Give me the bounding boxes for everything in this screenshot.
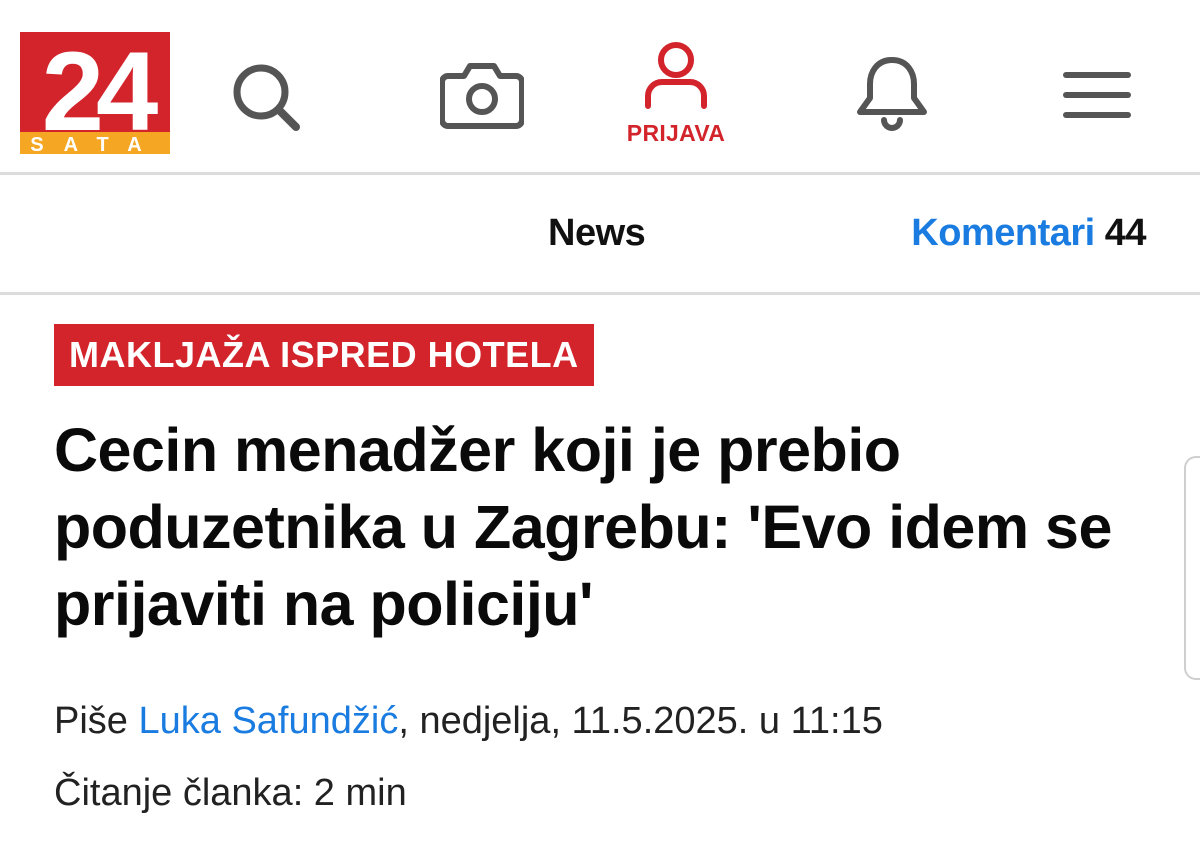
comments-count[interactable]: 44 [1105, 212, 1147, 254]
logo-word: SATA [30, 134, 161, 154]
article-kicker: MAKLJAŽA ISPRED HOTELA [54, 324, 594, 386]
side-scroll-handle[interactable] [1184, 456, 1200, 680]
top-bar: 24 SATA PRIJAVA [0, 0, 1200, 172]
menu-icon[interactable] [1062, 70, 1132, 120]
publish-date: , nedjelja, 11.5.2025. u 11:15 [398, 700, 883, 742]
login-label[interactable]: PRIJAVA [618, 120, 734, 147]
reading-time: Čitanje članka: 2 min [54, 772, 407, 814]
section-divider [0, 292, 1200, 295]
search-icon[interactable] [228, 60, 306, 132]
comments-label[interactable]: Komentari [911, 212, 1095, 254]
section-title[interactable]: News [548, 212, 646, 255]
article-headline: Cecin menadžer koji je prebio poduzetnik… [54, 416, 1112, 638]
author-link[interactable]: Luka Safundžić [138, 700, 398, 742]
comments-link[interactable]: Komentari 44 [911, 212, 1146, 255]
camera-icon[interactable] [440, 58, 524, 130]
byline-prefix: Piše [54, 700, 128, 742]
article-byline: Piše Luka Safundžić, nedjelja, 11.5.2025… [54, 700, 883, 743]
logo-24sata[interactable]: 24 SATA [20, 32, 170, 154]
bell-icon[interactable] [856, 54, 928, 134]
user-icon[interactable] [640, 40, 712, 112]
